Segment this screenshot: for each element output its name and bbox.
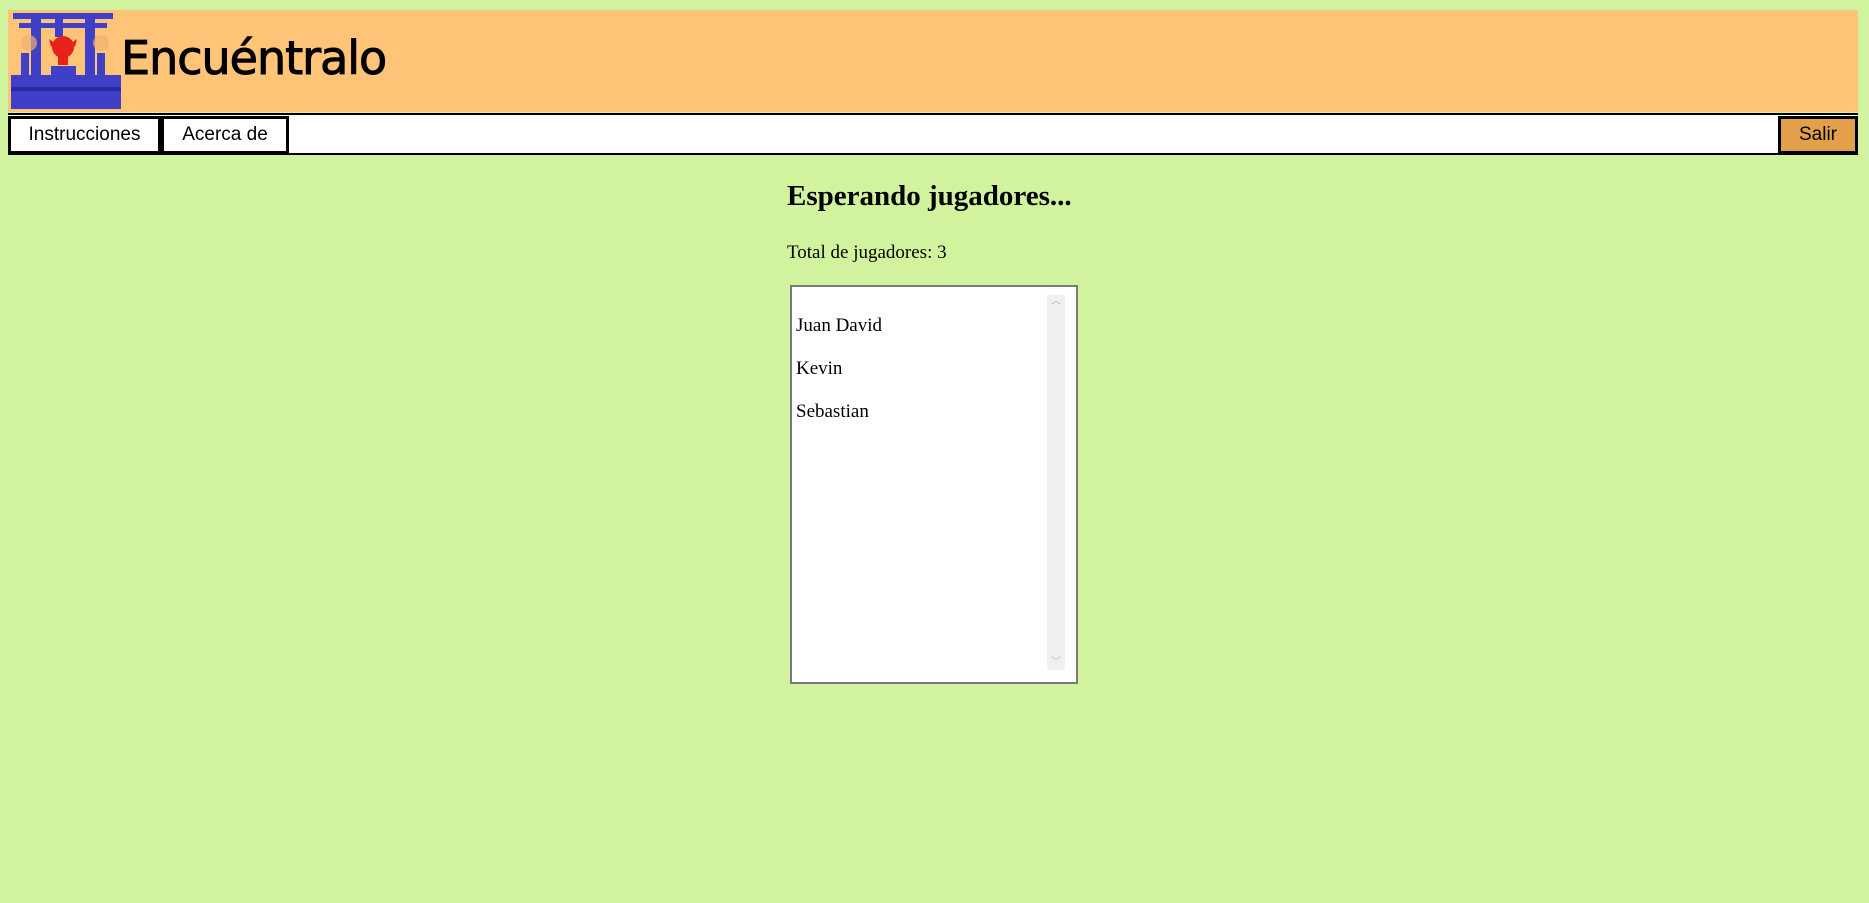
app-title: Encuéntralo bbox=[120, 31, 387, 85]
page-title: Esperando jugadores... bbox=[787, 180, 1072, 212]
nav-bar: Instrucciones Acerca de Salir bbox=[8, 113, 1858, 155]
scrollbar[interactable]: ︿ ﹀ bbox=[1047, 295, 1065, 670]
about-button[interactable]: Acerca de bbox=[161, 116, 289, 154]
torii-gate-logo-icon bbox=[11, 11, 121, 109]
header-banner: Encuéntralo bbox=[8, 10, 1858, 112]
list-item: Kevin bbox=[796, 358, 843, 379]
players-list[interactable]: Juan David Kevin Sebastian ︿ ﹀ bbox=[790, 285, 1078, 684]
instructions-button[interactable]: Instrucciones bbox=[8, 116, 161, 154]
list-item: Juan David bbox=[796, 315, 883, 336]
scroll-down-icon[interactable]: ﹀ bbox=[1047, 656, 1065, 670]
exit-button[interactable]: Salir bbox=[1778, 116, 1858, 154]
list-item: Sebastian bbox=[796, 401, 869, 422]
player-count: Total de jugadores: 3 bbox=[787, 242, 947, 263]
scroll-up-icon[interactable]: ︿ bbox=[1047, 295, 1065, 309]
